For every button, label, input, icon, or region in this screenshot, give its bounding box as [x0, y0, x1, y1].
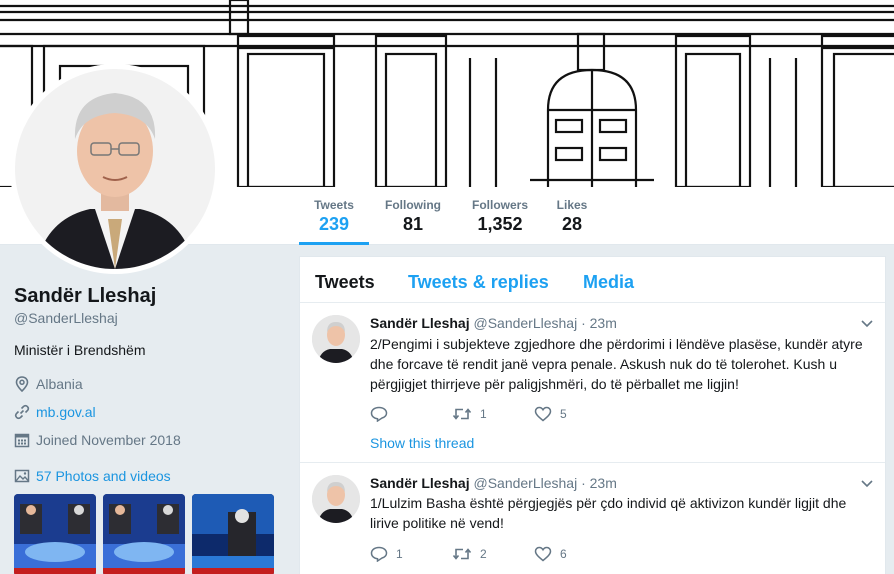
profile-joined: Joined November 2018 [14, 430, 284, 450]
retweet-button[interactable]: 2 [452, 546, 534, 562]
tweet-author-avatar[interactable] [312, 315, 360, 363]
stat-followers-label: Followers [471, 198, 528, 212]
retweet-icon [452, 548, 472, 560]
timeline-tabs: Tweets Tweets & replies Media [300, 257, 885, 303]
heart-icon [534, 546, 552, 562]
retweet-count: 1 [480, 407, 487, 421]
tweet-text-line: 1/Lulzim Basha është përgjegjës për çdo … [370, 495, 847, 511]
reply-button[interactable] [370, 406, 452, 422]
reply-icon [370, 406, 388, 422]
like-count: 5 [560, 407, 567, 421]
stat-likes-value: 28 [561, 214, 583, 234]
stat-likes-label: Likes [556, 198, 588, 212]
stat-following-label: Following [385, 198, 441, 212]
like-count: 6 [560, 547, 567, 561]
tweet-author-name[interactable]: Sandër Lleshaj [370, 315, 470, 331]
media-thumbnails [14, 494, 284, 574]
timeline: Tweets Tweets & replies Media Sandër Lle… [299, 256, 886, 574]
calendar-icon [14, 432, 30, 448]
chevron-down-icon[interactable] [859, 315, 875, 331]
profile-joined-text: Joined November 2018 [36, 432, 181, 448]
media-thumbnail[interactable] [103, 494, 185, 574]
stat-tweets[interactable]: Tweets 239 [299, 197, 369, 245]
stat-tweets-value: 239 [318, 214, 350, 234]
profile-website-link[interactable]: mb.gov.al [36, 404, 96, 420]
heart-icon [534, 406, 552, 422]
reply-icon [370, 546, 388, 562]
media-thumbnail[interactable] [192, 494, 274, 574]
link-icon [14, 404, 30, 420]
stat-followers[interactable]: Followers 1,352 [470, 197, 530, 245]
tweet-text-line: 2/Pengimi i subjekteve zgjedhore dhe për… [370, 336, 863, 352]
stat-likes[interactable]: Likes 28 [552, 197, 592, 245]
profile-handle[interactable]: @SanderLleshaj [14, 309, 284, 327]
retweet-icon [452, 408, 472, 420]
stat-tweets-label: Tweets [314, 198, 354, 212]
tweet-text-line: përgjigjet thirrjeve për paligjshmëri, d… [370, 376, 739, 392]
tweet-author-name[interactable]: Sandër Lleshaj [370, 475, 470, 491]
stat-following-value: 81 [402, 214, 424, 234]
tweet-item[interactable]: Sandër Lleshaj @SanderLleshaj · 23m 1/Lu… [300, 463, 885, 574]
tweet-author-avatar[interactable] [312, 475, 360, 523]
photos-videos-label[interactable]: 57 Photos and videos [36, 468, 171, 484]
tweet-meta[interactable]: @SanderLleshaj · 23m [473, 475, 616, 491]
tweet-text-line: lirive politike në vend! [370, 515, 504, 531]
retweet-count: 2 [480, 547, 487, 561]
reply-button[interactable]: 1 [370, 546, 452, 562]
avatar-photo [15, 69, 215, 269]
photos-videos-link[interactable]: 57 Photos and videos [14, 466, 284, 486]
profile-card: Sandër Lleshaj @SanderLleshaj Ministër i… [14, 283, 284, 574]
tab-tweets-replies[interactable]: Tweets & replies [408, 271, 549, 293]
retweet-button[interactable]: 1 [452, 406, 534, 422]
profile-name[interactable]: Sandër Lleshaj [14, 283, 284, 309]
like-button[interactable]: 6 [534, 546, 616, 562]
tweet-text: 1/Lulzim Basha është përgjegjës për çdo … [370, 493, 870, 533]
profile-bio: Ministër i Brendshëm [14, 342, 146, 358]
profile-website[interactable]: mb.gov.al [14, 402, 284, 422]
reply-count: 1 [396, 547, 403, 561]
tweet-text-line: dhe forcave të rendit janë vepra penale.… [370, 356, 837, 372]
tweet-actions: 1 5 [370, 404, 616, 424]
tweet-item[interactable]: Sandër Lleshaj @SanderLleshaj · 23m 2/Pe… [300, 303, 885, 463]
profile-location: Albania [14, 374, 284, 394]
chevron-down-icon[interactable] [859, 475, 875, 491]
stat-following[interactable]: Following 81 [383, 197, 443, 245]
tweet-meta[interactable]: @SanderLleshaj · 23m [473, 315, 616, 331]
location-pin-icon [14, 376, 30, 392]
tab-tweets[interactable]: Tweets [315, 271, 375, 293]
profile-avatar[interactable] [10, 64, 220, 274]
show-thread-link[interactable]: Show this thread [370, 435, 474, 451]
profile-page: Tweets 239 Following 81 Followers 1,352 … [0, 0, 894, 574]
media-thumbnail[interactable] [14, 494, 96, 574]
stat-followers-value: 1,352 [477, 214, 523, 234]
image-icon [14, 468, 30, 484]
tweet-text: 2/Pengimi i subjekteve zgjedhore dhe për… [370, 334, 870, 394]
profile-location-text: Albania [36, 376, 83, 392]
tab-media[interactable]: Media [583, 271, 634, 293]
like-button[interactable]: 5 [534, 406, 616, 422]
tweet-actions: 1 2 6 [370, 544, 616, 564]
